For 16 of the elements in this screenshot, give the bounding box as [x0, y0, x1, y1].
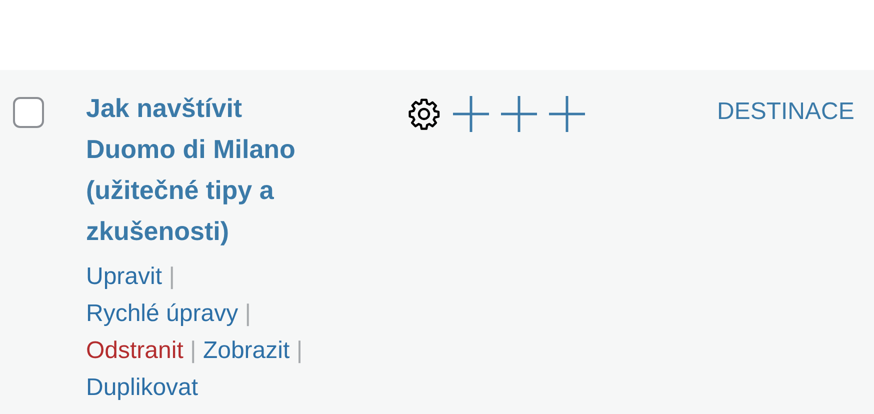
- separator: |: [190, 337, 196, 364]
- plus-icon[interactable]: [549, 96, 585, 132]
- action-link[interactable]: Duplikovat: [86, 374, 198, 401]
- separator: |: [168, 263, 175, 290]
- category-link[interactable]: DESTINACE: [717, 98, 854, 126]
- settings-icon[interactable]: [407, 97, 441, 131]
- separator: |: [296, 337, 303, 364]
- action-link[interactable]: Upravit: [86, 263, 162, 290]
- action-link[interactable]: Rychlé úpravy: [86, 300, 238, 327]
- plus-icon[interactable]: [501, 96, 537, 132]
- checkbox[interactable]: [13, 97, 44, 128]
- plus-icon[interactable]: [453, 96, 489, 132]
- separator: |: [244, 300, 251, 327]
- action-link[interactable]: Zobrazit: [202, 337, 290, 364]
- delete-link[interactable]: Odstranit: [86, 337, 184, 364]
- post-title-link[interactable]: Jak navštívit Duomo di Milano (užitečné tipy a zkušenosti): [86, 88, 336, 252]
